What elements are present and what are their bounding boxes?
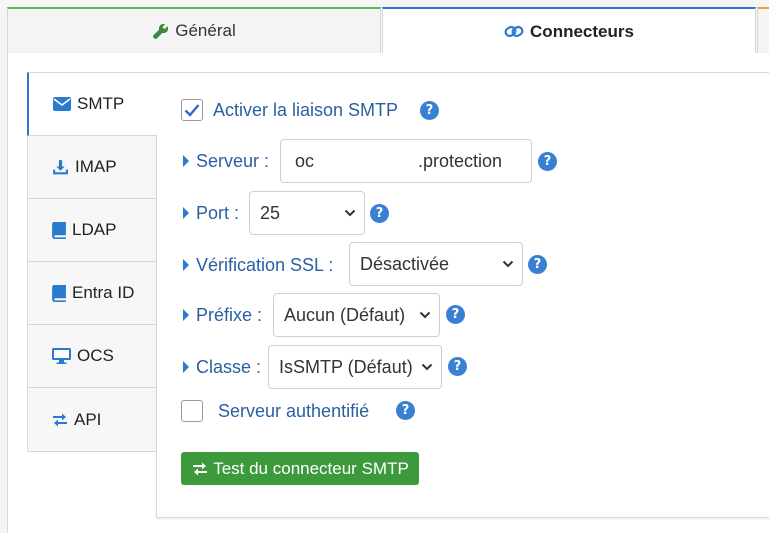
caret-right-icon — [183, 309, 189, 321]
download-icon — [52, 159, 69, 176]
help-icon[interactable]: ? — [446, 305, 465, 324]
help-icon[interactable]: ? — [396, 401, 415, 420]
server-label-text: Serveur : — [196, 150, 270, 171]
wrench-icon — [152, 23, 169, 40]
enable-smtp-checkbox[interactable] — [181, 99, 203, 121]
ssl-label: Vérification SSL : — [183, 254, 333, 276]
enable-smtp-label: Activer la liaison SMTP — [213, 99, 398, 121]
prefix-label: Préfixe : — [183, 304, 262, 326]
prefix-value: Aucun (Défaut) — [284, 304, 406, 325]
port-label-text: Port : — [196, 202, 240, 223]
tab-connectors[interactable]: Connecteurs — [382, 7, 756, 54]
nav-item-ocs[interactable]: OCS — [27, 325, 157, 388]
tab-general-label: Général — [175, 21, 236, 40]
help-icon[interactable]: ? — [420, 101, 439, 120]
link-icon — [504, 23, 524, 40]
tab-general[interactable]: Général — [7, 7, 381, 53]
port-label: Port : — [183, 202, 239, 224]
nav-item-label: LDAP — [72, 220, 117, 239]
port-value: 25 — [260, 202, 281, 223]
tab-connectors-label: Connecteurs — [530, 21, 634, 41]
nav-item-label: Entra ID — [72, 283, 135, 302]
help-icon[interactable]: ? — [538, 152, 557, 171]
prefix-label-text: Préfixe : — [196, 304, 263, 325]
exchange-icon — [191, 461, 209, 477]
book-icon — [52, 284, 66, 302]
ssl-select[interactable]: Désactivée — [349, 242, 523, 286]
server-value-end: .protection — [418, 150, 503, 171]
class-label: Classe : — [183, 356, 261, 378]
nav-item-ldap[interactable]: LDAP — [27, 199, 157, 262]
caret-right-icon — [183, 155, 189, 167]
nav-item-label: OCS — [77, 346, 114, 365]
class-select[interactable]: IsSMTP (Défaut) — [268, 345, 442, 389]
test-smtp-button-label: Test du connecteur SMTP — [213, 458, 409, 478]
chevron-down-icon — [419, 311, 431, 319]
nav-item-label: API — [74, 409, 102, 429]
help-icon[interactable]: ? — [448, 357, 467, 376]
caret-right-icon — [183, 207, 189, 219]
tab-next[interactable] — [757, 7, 769, 53]
help-icon[interactable]: ? — [528, 255, 547, 274]
server-input[interactable]: oc .protection — [280, 139, 532, 183]
ssl-value: Désactivée — [360, 253, 450, 274]
auth-server-checkbox[interactable] — [181, 400, 203, 422]
caret-right-icon — [183, 259, 189, 271]
port-select[interactable]: 25 — [249, 191, 365, 235]
auth-server-text: Serveur authentifié — [218, 400, 370, 421]
nav-item-api[interactable]: API — [27, 388, 157, 452]
class-value: IsSMTP (Défaut) — [279, 356, 413, 377]
book-icon — [52, 221, 66, 239]
nav-item-label: IMAP — [75, 157, 117, 176]
nav-item-imap[interactable]: IMAP — [27, 136, 157, 199]
class-label-text: Classe : — [196, 356, 262, 377]
nav-item-smtp[interactable]: SMTP — [27, 72, 157, 136]
check-icon — [184, 104, 200, 117]
prefix-select[interactable]: Aucun (Défaut) — [273, 293, 440, 337]
exchange-icon — [52, 412, 68, 428]
enable-smtp-text: Activer la liaison SMTP — [213, 99, 399, 120]
chevron-down-icon — [344, 209, 356, 217]
nav-item-label: SMTP — [77, 94, 125, 113]
desktop-icon — [52, 348, 71, 364]
auth-server-label: Serveur authentifié — [218, 400, 369, 422]
test-smtp-button[interactable]: Test du connecteur SMTP — [181, 452, 419, 485]
chevron-down-icon — [421, 363, 433, 371]
server-value-start: oc — [295, 150, 315, 171]
ssl-label-text: Vérification SSL : — [196, 254, 334, 275]
chevron-down-icon — [502, 260, 514, 268]
caret-right-icon — [183, 361, 189, 373]
envelope-icon — [53, 97, 71, 111]
server-label: Serveur : — [183, 150, 269, 172]
help-icon[interactable]: ? — [370, 204, 389, 223]
nav-item-entra-id[interactable]: Entra ID — [27, 262, 157, 325]
